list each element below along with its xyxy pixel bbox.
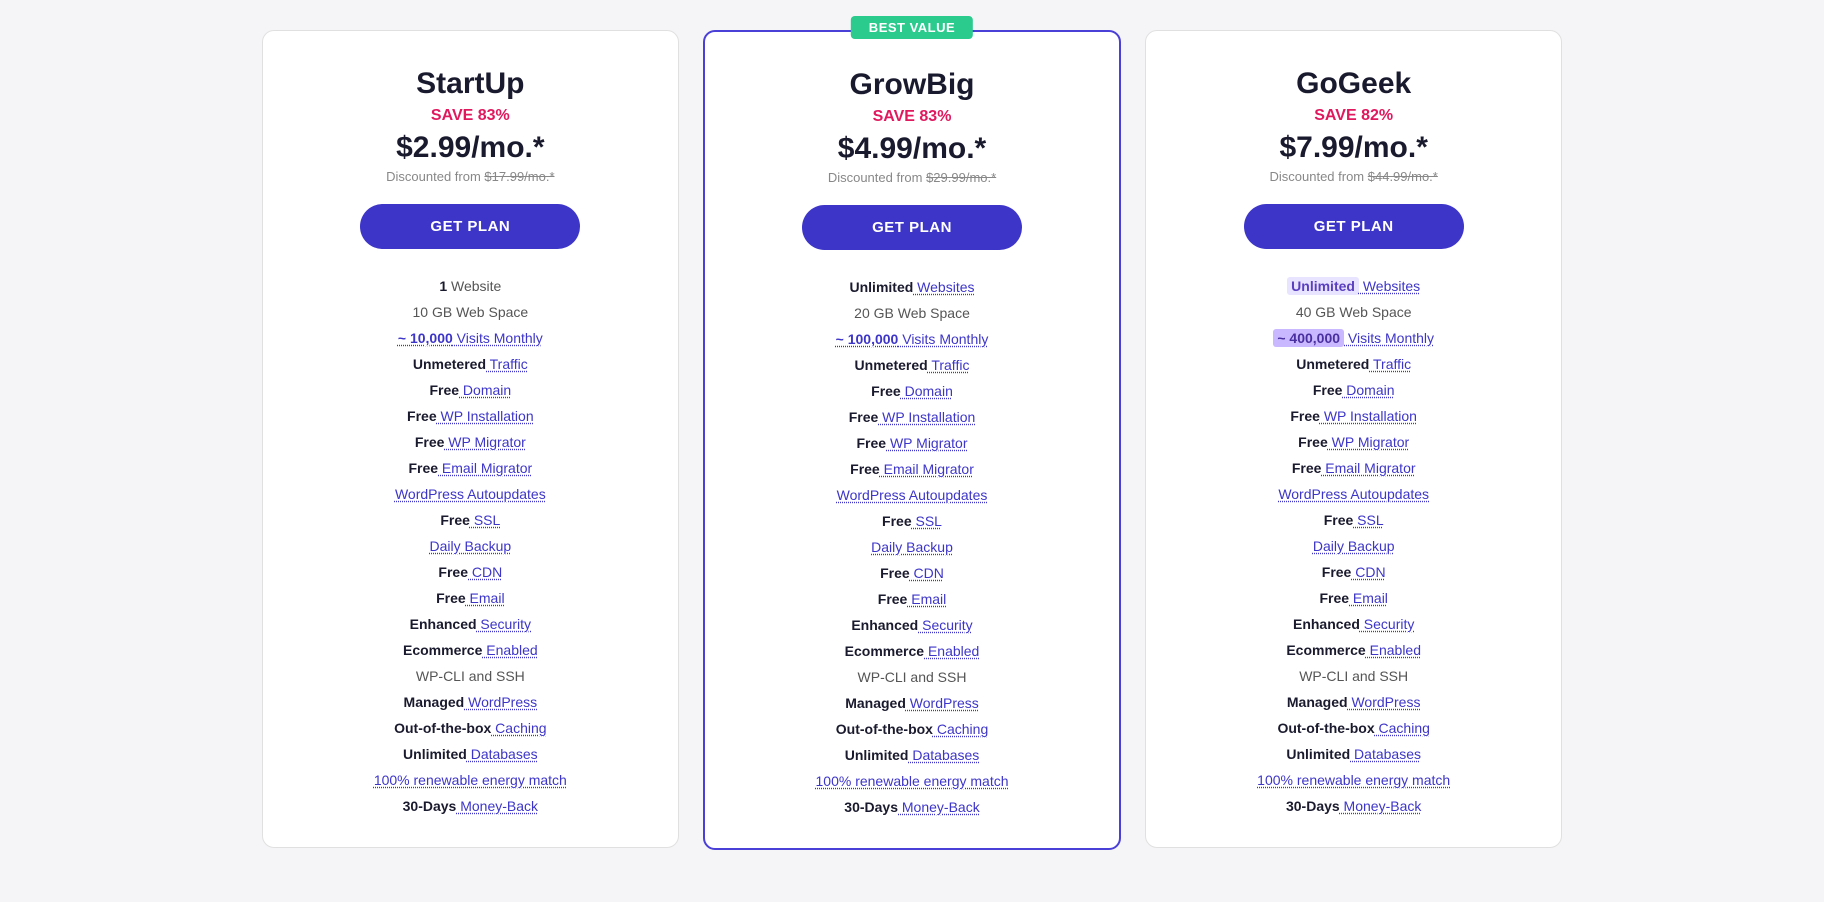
feature-item: 100% renewable energy match [1174, 767, 1533, 793]
feature-item: Free Email Migrator [1174, 455, 1533, 481]
feature-item: Free SSL [733, 508, 1092, 534]
feature-item: Enhanced Security [733, 612, 1092, 638]
feature-item: Free WP Installation [1174, 403, 1533, 429]
feature-item: Unlimited Databases [733, 742, 1092, 768]
feature-item: Managed WordPress [291, 689, 650, 715]
feature-item: 30-Days Money-Back [733, 794, 1092, 820]
feature-item: Free Email [1174, 585, 1533, 611]
feature-item: Enhanced Security [291, 611, 650, 637]
original-price: Discounted from $17.99/mo.* [291, 169, 650, 184]
plan-price: $2.99/mo.* [291, 131, 650, 165]
feature-item: Ecommerce Enabled [733, 638, 1092, 664]
feature-item: 10 GB Web Space [291, 299, 650, 325]
feature-item: Free Email [291, 585, 650, 611]
feature-item: 20 GB Web Space [733, 300, 1092, 326]
feature-item: 30-Days Money-Back [1174, 793, 1533, 819]
feature-item: Free SSL [291, 507, 650, 533]
feature-item: Daily Backup [733, 534, 1092, 560]
features-list: 1 Website10 GB Web Space~ 10,000 Visits … [291, 273, 650, 819]
plan-card-growbig: BEST VALUE GrowBig SAVE 83% $4.99/mo.* D… [703, 30, 1122, 850]
feature-item: Free CDN [733, 560, 1092, 586]
pricing-container: StartUp SAVE 83% $2.99/mo.* Discounted f… [262, 30, 1562, 850]
feature-item: Unlimited Databases [1174, 741, 1533, 767]
feature-item: ~ 10,000 Visits Monthly [291, 325, 650, 351]
feature-item: Out-of-the-box Caching [291, 715, 650, 741]
save-badge: SAVE 83% [291, 107, 650, 125]
plan-name: GoGeek [1174, 67, 1533, 101]
feature-item: Free Domain [733, 378, 1092, 404]
feature-item: Out-of-the-box Caching [733, 716, 1092, 742]
save-badge: SAVE 82% [1174, 107, 1533, 125]
plan-card-startup: StartUp SAVE 83% $2.99/mo.* Discounted f… [262, 30, 679, 848]
feature-item: Free Email Migrator [291, 455, 650, 481]
feature-item: Out-of-the-box Caching [1174, 715, 1533, 741]
feature-item: ~ 400,000 Visits Monthly [1174, 325, 1533, 351]
feature-item: Free Email Migrator [733, 456, 1092, 482]
feature-item: Daily Backup [1174, 533, 1533, 559]
feature-item: Free Email [733, 586, 1092, 612]
feature-item: Unmetered Traffic [291, 351, 650, 377]
feature-item: Managed WordPress [733, 690, 1092, 716]
feature-item: 100% renewable energy match [733, 768, 1092, 794]
feature-item: Unmetered Traffic [733, 352, 1092, 378]
feature-item: WordPress Autoupdates [291, 481, 650, 507]
feature-item: Daily Backup [291, 533, 650, 559]
feature-item: Free SSL [1174, 507, 1533, 533]
feature-item: WP-CLI and SSH [1174, 663, 1533, 689]
feature-item: WordPress Autoupdates [733, 482, 1092, 508]
feature-item: Free WP Migrator [733, 430, 1092, 456]
save-badge: SAVE 83% [733, 108, 1092, 126]
original-price: Discounted from $29.99/mo.* [733, 170, 1092, 185]
feature-item: Free Domain [1174, 377, 1533, 403]
feature-item: Free CDN [1174, 559, 1533, 585]
get-plan-button[interactable]: GET PLAN [802, 205, 1022, 250]
feature-item: Ecommerce Enabled [1174, 637, 1533, 663]
original-price: Discounted from $44.99/mo.* [1174, 169, 1533, 184]
feature-item: 40 GB Web Space [1174, 299, 1533, 325]
get-plan-button[interactable]: GET PLAN [1244, 204, 1464, 249]
plan-name: StartUp [291, 67, 650, 101]
feature-item: Ecommerce Enabled [291, 637, 650, 663]
feature-item: Unlimited Databases [291, 741, 650, 767]
features-list: Unlimited Websites40 GB Web Space~ 400,0… [1174, 273, 1533, 819]
feature-item: 1 Website [291, 273, 650, 299]
get-plan-button[interactable]: GET PLAN [360, 204, 580, 249]
feature-item: Unlimited Websites [733, 274, 1092, 300]
feature-item: Managed WordPress [1174, 689, 1533, 715]
features-list: Unlimited Websites20 GB Web Space~ 100,0… [733, 274, 1092, 820]
best-value-badge: BEST VALUE [851, 16, 973, 39]
feature-item: 30-Days Money-Back [291, 793, 650, 819]
feature-item: WordPress Autoupdates [1174, 481, 1533, 507]
feature-item: Free WP Installation [733, 404, 1092, 430]
plan-price: $4.99/mo.* [733, 132, 1092, 166]
feature-item: 100% renewable energy match [291, 767, 650, 793]
feature-item: Free WP Installation [291, 403, 650, 429]
feature-item: Free WP Migrator [291, 429, 650, 455]
feature-item: Unmetered Traffic [1174, 351, 1533, 377]
feature-item: Enhanced Security [1174, 611, 1533, 637]
plan-card-gogeek: GoGeek SAVE 82% $7.99/mo.* Discounted fr… [1145, 30, 1562, 848]
feature-item: Free CDN [291, 559, 650, 585]
feature-item: WP-CLI and SSH [733, 664, 1092, 690]
feature-item: Unlimited Websites [1174, 273, 1533, 299]
feature-item: WP-CLI and SSH [291, 663, 650, 689]
plan-price: $7.99/mo.* [1174, 131, 1533, 165]
feature-item: Free WP Migrator [1174, 429, 1533, 455]
plan-name: GrowBig [733, 68, 1092, 102]
feature-item: Free Domain [291, 377, 650, 403]
feature-item: ~ 100,000 Visits Monthly [733, 326, 1092, 352]
